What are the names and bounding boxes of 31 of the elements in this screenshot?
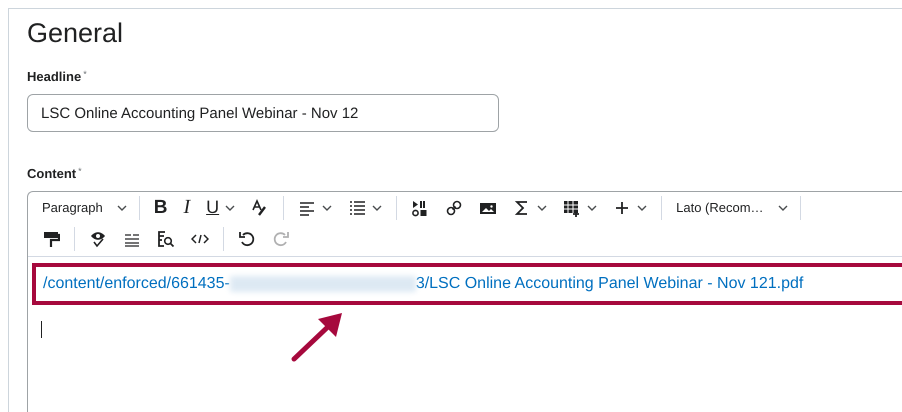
text-cursor <box>41 321 42 338</box>
media-icon <box>411 198 430 216</box>
block-format-select[interactable]: Paragraph <box>36 194 131 220</box>
caret-icon <box>225 204 236 210</box>
required-mark: * <box>78 166 82 178</box>
eye-check-icon <box>89 230 107 248</box>
section-title: General <box>27 17 124 49</box>
caret-icon <box>116 204 127 210</box>
field-label: Headline <box>27 69 82 84</box>
caret-icon <box>372 204 382 210</box>
bold-button[interactable]: B <box>148 194 174 220</box>
link-icon <box>445 198 464 216</box>
caret-icon <box>322 204 332 210</box>
file-link[interactable]: /content/enforced/661435- <box>43 275 230 293</box>
file-link[interactable]: 3/LSC Online Accounting Panel Webinar - Nov 121.pdf <box>416 275 804 293</box>
table-grid-icon <box>563 198 582 216</box>
find-document-icon <box>157 230 175 248</box>
paint-roller-icon <box>42 230 60 248</box>
caret-icon <box>537 204 548 210</box>
underline-button[interactable]: U <box>200 194 242 220</box>
required-mark: * <box>83 69 87 81</box>
font-select[interactable]: Lato (Recom… <box>670 194 792 220</box>
headline-field[interactable]: LSC Online Accounting Panel Webinar - Nov 12 <box>27 94 499 132</box>
list-icon <box>348 198 366 216</box>
field-label: Content <box>27 166 76 181</box>
caret-icon <box>778 204 788 210</box>
italic-button[interactable]: I <box>177 194 196 220</box>
redo-icon <box>272 230 290 248</box>
undo-icon <box>238 230 256 248</box>
caret-icon <box>637 204 648 210</box>
caret-icon <box>587 204 598 210</box>
